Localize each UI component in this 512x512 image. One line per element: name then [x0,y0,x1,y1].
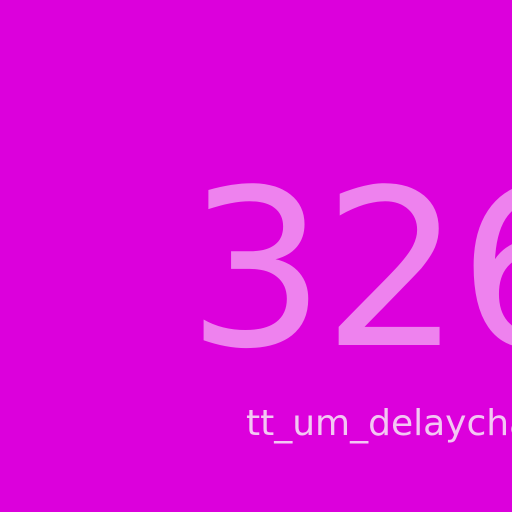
project-number: 326 [187,144,512,397]
project-screen: 326 tt_um_delaycha [0,0,512,512]
project-name-label: tt_um_delaycha [246,403,512,444]
